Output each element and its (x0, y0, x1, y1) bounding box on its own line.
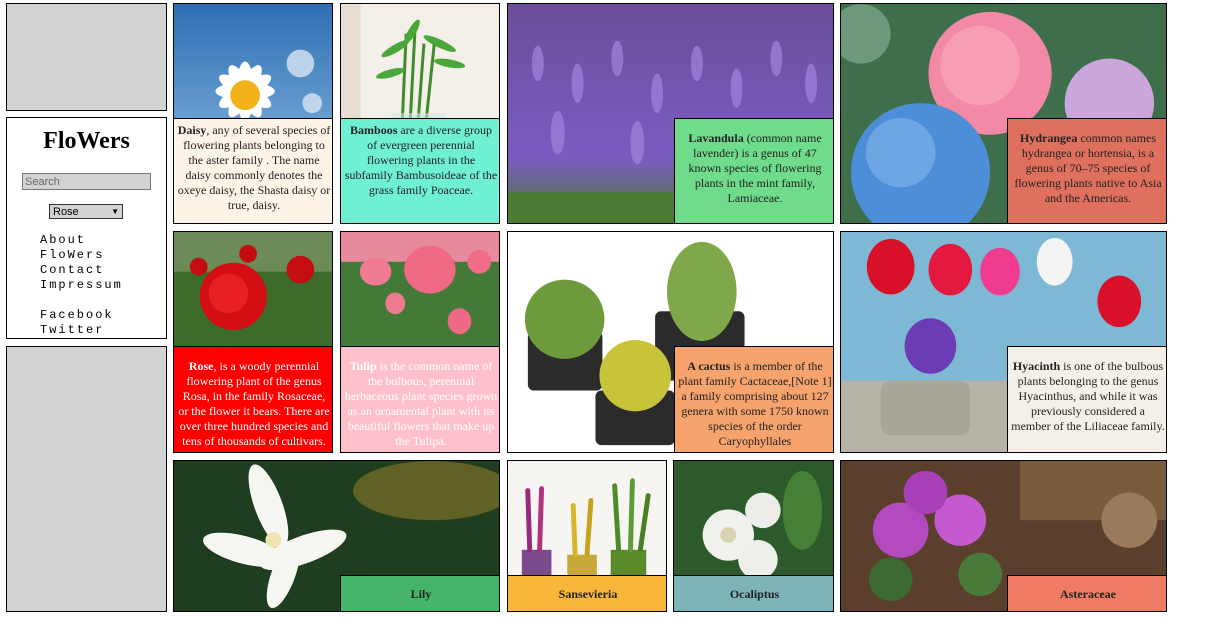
tile-ocaliptus[interactable]: Ocaliptus (673, 460, 834, 612)
sansevieria-name: Sansevieria (558, 587, 618, 601)
nav-contact[interactable]: Contact (40, 263, 123, 278)
tile-rose[interactable]: Rose, is a woody perennial flowering pla… (173, 231, 333, 453)
hyacinth-name: Hyacinth (1012, 359, 1061, 373)
tile-sansevieria[interactable]: Sansevieria (507, 460, 667, 612)
ocaliptus-caption: Ocaliptus (674, 575, 833, 611)
chevron-down-icon: ▼ (111, 207, 119, 216)
ocaliptus-name: Ocaliptus (729, 587, 780, 601)
lavandula-name: Lavandula (688, 131, 744, 145)
cactus-caption: A cactus is a member of the plant family… (674, 346, 833, 452)
flower-select-value: Rose (53, 205, 79, 218)
tile-hyacinth[interactable]: Hyacinth is one of the bulbous plants be… (840, 231, 1167, 453)
nav-menu: About FloWers Contact Impressum Facebook… (40, 233, 123, 338)
nav-flowers[interactable]: FloWers (40, 248, 123, 263)
brand-title: FloWers (43, 128, 130, 154)
asteraceae-name: Asteraceae (1060, 587, 1116, 601)
tile-bamboo[interactable]: Bamboos are a diverse group of evergreen… (340, 3, 500, 224)
sidebar-menu-panel: FloWers Rose ▼ About FloWers Contact Imp… (6, 117, 167, 339)
tile-asteraceae[interactable]: Asteraceae (840, 460, 1167, 612)
lavandula-caption: Lavandula (common name lavender) is a ge… (674, 118, 833, 223)
daisy-caption: Daisy, any of several species of floweri… (174, 118, 332, 223)
tulip-name: Tulip (349, 359, 377, 373)
hydrangea-name: Hydrangea (1020, 131, 1078, 145)
sidebar-bottom-panel (6, 346, 167, 612)
nav-facebook[interactable]: Facebook (40, 308, 123, 323)
bamboo-name: Bamboos (350, 123, 398, 137)
sidebar-top-panel (6, 3, 167, 111)
tile-lavandula[interactable]: Lavandula (common name lavender) is a ge… (507, 3, 834, 224)
tile-daisy[interactable]: Daisy, any of several species of floweri… (173, 3, 333, 224)
bamboo-caption: Bamboos are a diverse group of evergreen… (341, 118, 499, 223)
search-input[interactable] (22, 173, 151, 190)
hyacinth-caption: Hyacinth is one of the bulbous plants be… (1007, 346, 1166, 452)
nav-about[interactable]: About (40, 233, 123, 248)
tulip-caption: Tulip is the common name of the bulbous,… (341, 346, 499, 452)
nav-twitter[interactable]: Twitter (40, 323, 123, 338)
asteraceae-caption: Asteraceae (1007, 575, 1166, 611)
lily-caption: Lily (340, 575, 499, 611)
hydrangea-caption: Hydrangea common names hydrangea or hort… (1007, 118, 1166, 223)
cactus-name: A cactus (687, 359, 731, 373)
daisy-name: Daisy (177, 123, 207, 137)
tile-lily[interactable]: Lily (173, 460, 500, 612)
tile-hydrangea[interactable]: Hydrangea common names hydrangea or hort… (840, 3, 1167, 224)
tile-tulip[interactable]: Tulip is the common name of the bulbous,… (340, 231, 500, 453)
sansevieria-caption: Sansevieria (508, 575, 666, 611)
rose-name: Rose (188, 359, 214, 373)
nav-impressum[interactable]: Impressum (40, 278, 123, 293)
flower-select[interactable]: Rose ▼ (49, 204, 123, 219)
tile-cactus[interactable]: A cactus is a member of the plant family… (507, 231, 834, 453)
rose-caption: Rose, is a woody perennial flowering pla… (174, 346, 332, 452)
lily-name: Lily (410, 587, 432, 601)
